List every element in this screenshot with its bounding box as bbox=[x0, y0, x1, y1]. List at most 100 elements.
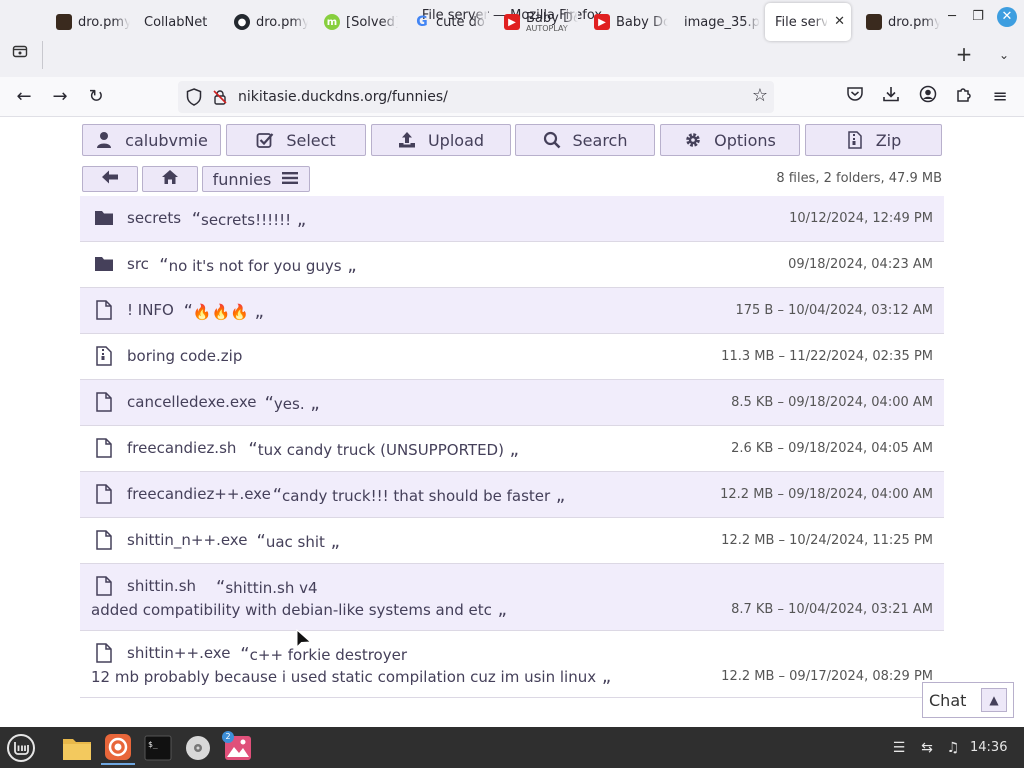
file-description: “candy truck!!! that should be faster „ bbox=[272, 485, 566, 506]
menu-hamburger-icon[interactable]: ≡ bbox=[988, 85, 1012, 109]
site-favicon-icon bbox=[866, 14, 882, 30]
tab-separator bbox=[42, 41, 43, 69]
file-name-link[interactable]: freecandiez++.exe bbox=[127, 485, 271, 503]
tab-dro-2[interactable]: dro.pmy bbox=[856, 3, 940, 41]
youtube-icon: ▶ bbox=[504, 14, 520, 30]
terminal-icon[interactable]: $_ bbox=[141, 731, 175, 765]
file-description-line2: added compatibility with debian-like sys… bbox=[91, 599, 507, 620]
file-name-link[interactable]: freecandiez.sh bbox=[127, 439, 236, 457]
user-icon bbox=[95, 131, 113, 149]
network-icon[interactable]: ⇆ bbox=[918, 739, 936, 757]
file-description: “secrets!!!!!! „ bbox=[191, 209, 307, 230]
linuxmint-menu-icon[interactable] bbox=[4, 731, 38, 765]
tab-google[interactable]: G cute do bbox=[404, 3, 488, 41]
music-icon[interactable]: ♫ bbox=[944, 739, 962, 757]
file-name-link[interactable]: shittin_n++.exe bbox=[127, 531, 247, 549]
table-row[interactable]: freecandiez.sh “tux candy truck (UNSUPPOR… bbox=[80, 426, 944, 472]
table-row[interactable]: freecandiez++.exe “candy truck!!! that sh… bbox=[80, 472, 944, 518]
file-name-link[interactable]: shittin.sh bbox=[127, 577, 196, 595]
close-window-icon[interactable]: ✕ bbox=[997, 7, 1017, 27]
file-icon bbox=[95, 576, 113, 596]
linuxmint-icon: m bbox=[324, 14, 340, 30]
gear-icon bbox=[684, 131, 702, 149]
minimize-icon[interactable]: ─ bbox=[942, 7, 962, 27]
file-meta: 8.5 KB – 09/18/2024, 04:00 AM bbox=[731, 395, 933, 410]
checkbox-icon bbox=[256, 131, 274, 149]
back-arrow-icon[interactable]: ← bbox=[12, 85, 36, 109]
file-description: “shittin.sh v4 bbox=[216, 577, 318, 598]
file-name-link[interactable]: boring code.zip bbox=[127, 347, 242, 365]
search-button[interactable]: Search bbox=[515, 124, 655, 156]
file-description: “c++ forkie destroyer bbox=[240, 644, 407, 665]
table-row[interactable]: src “no it's not for you guys „ 09/18/2024… bbox=[80, 242, 944, 288]
table-row[interactable]: cancelledexe.exe “yes. „ 8.5 KB – 09/18/20… bbox=[80, 380, 944, 426]
account-icon[interactable] bbox=[916, 85, 940, 109]
select-button[interactable]: Select bbox=[226, 124, 366, 156]
hamburger-icon bbox=[281, 170, 299, 189]
zip-button[interactable]: Zip bbox=[805, 124, 942, 156]
file-meta: 2.6 KB – 09/18/2024, 04:05 AM bbox=[731, 441, 933, 456]
shield-icon[interactable] bbox=[186, 88, 202, 106]
table-row[interactable]: ! INFO “🔥🔥🔥 „ 175 B – 10/04/2024, 03:12 AM bbox=[80, 288, 944, 334]
table-row[interactable]: shittin.sh “shittin.sh v4 added compatibil… bbox=[80, 564, 944, 631]
file-name-link[interactable]: shittin++.exe bbox=[127, 644, 230, 662]
maximize-icon[interactable]: ❐ bbox=[968, 7, 988, 27]
file-description: “🔥🔥🔥 „ bbox=[183, 301, 264, 322]
table-row[interactable]: shittin++.exe “c++ forkie destroyer 12 mb … bbox=[80, 631, 944, 698]
file-icon bbox=[95, 300, 113, 320]
chat-widget[interactable]: Chat ▲ bbox=[922, 682, 1014, 718]
new-tab-button[interactable]: + bbox=[952, 43, 976, 67]
reload-icon[interactable]: ↻ bbox=[84, 85, 108, 109]
file-description: “tux candy truck (UNSUPPORTED) „ bbox=[248, 439, 519, 460]
home-button[interactable] bbox=[142, 166, 198, 192]
lock-icon[interactable] bbox=[212, 89, 228, 105]
folder-icon bbox=[95, 208, 113, 228]
tab-dro-1[interactable]: dro.pmy bbox=[46, 3, 130, 41]
extensions-icon[interactable] bbox=[952, 85, 976, 109]
file-meta: 10/12/2024, 12:49 PM bbox=[789, 211, 933, 226]
tab-solved[interactable]: m [Solved] bbox=[314, 3, 398, 41]
breadcrumb-folder-button[interactable]: funnies bbox=[202, 166, 310, 192]
tab-youtube-autoplay[interactable]: ▶ Baby Do AUTOPLAY bbox=[494, 3, 578, 41]
taskbar: $_ ☰ ⇆ ♫ 14:36 bbox=[0, 727, 1024, 768]
chat-toggle-button[interactable]: ▲ bbox=[981, 688, 1007, 712]
clock[interactable]: 14:36 bbox=[970, 740, 1007, 755]
url-bar[interactable]: nikitasie.duckdns.org/funnies/ ☆ bbox=[178, 81, 774, 113]
folder-icon bbox=[95, 254, 113, 274]
file-name-link[interactable]: cancelledexe.exe bbox=[127, 393, 257, 411]
file-name-link[interactable]: src bbox=[127, 255, 149, 273]
file-list: secrets “secrets!!!!!! „ 10/12/2024, 12:49… bbox=[80, 196, 944, 698]
pocket-icon[interactable] bbox=[843, 85, 867, 109]
file-icon bbox=[95, 530, 113, 550]
disc-icon[interactable] bbox=[181, 731, 215, 765]
tab-image[interactable]: image_35.p bbox=[674, 3, 760, 41]
notification-badge: 2 bbox=[222, 731, 234, 743]
github-icon: ● bbox=[234, 14, 250, 30]
google-icon: G bbox=[416, 14, 428, 30]
tab-file-server[interactable]: File serve ✕ bbox=[765, 3, 851, 41]
chevron-down-icon[interactable]: ⌄ bbox=[992, 43, 1016, 67]
download-icon[interactable] bbox=[879, 85, 903, 109]
options-button[interactable]: Options bbox=[660, 124, 800, 156]
forward-arrow-icon[interactable]: → bbox=[48, 85, 72, 109]
tab-github[interactable]: ● dro.pmy bbox=[224, 3, 308, 41]
close-tab-icon[interactable]: ✕ bbox=[834, 14, 845, 29]
table-row[interactable]: shittin_n++.exe “uac shit „ 12.2 MB – 10/2… bbox=[80, 518, 944, 564]
tab-youtube[interactable]: ▶ Baby Do bbox=[584, 3, 668, 41]
upload-button[interactable]: Upload bbox=[371, 124, 511, 156]
clipboard-icon[interactable]: ☰ bbox=[890, 739, 908, 757]
url-text[interactable]: nikitasie.duckdns.org/funnies/ bbox=[238, 89, 448, 105]
tab-collabnet[interactable]: CollabNet bbox=[134, 3, 218, 41]
svg-text:$_: $_ bbox=[148, 740, 158, 749]
bookmark-star-icon[interactable]: ☆ bbox=[752, 85, 768, 106]
user-button[interactable]: calubvmie bbox=[82, 124, 221, 156]
firefox-taskbar-icon[interactable] bbox=[101, 731, 135, 765]
table-row[interactable]: boring code.zip 11.3 MB – 11/22/2024, 02:… bbox=[80, 334, 944, 380]
back-folder-button[interactable] bbox=[82, 166, 138, 192]
file-name-link[interactable]: ! INFO bbox=[127, 301, 174, 319]
file-name-link[interactable]: secrets bbox=[127, 209, 181, 227]
tab-list-icon[interactable] bbox=[8, 43, 32, 67]
files-folder-icon[interactable] bbox=[60, 731, 94, 765]
table-row[interactable]: secrets “secrets!!!!!! „ 10/12/2024, 12:49… bbox=[80, 196, 944, 242]
folder-summary: 8 files, 2 folders, 47.9 MB bbox=[776, 171, 942, 186]
